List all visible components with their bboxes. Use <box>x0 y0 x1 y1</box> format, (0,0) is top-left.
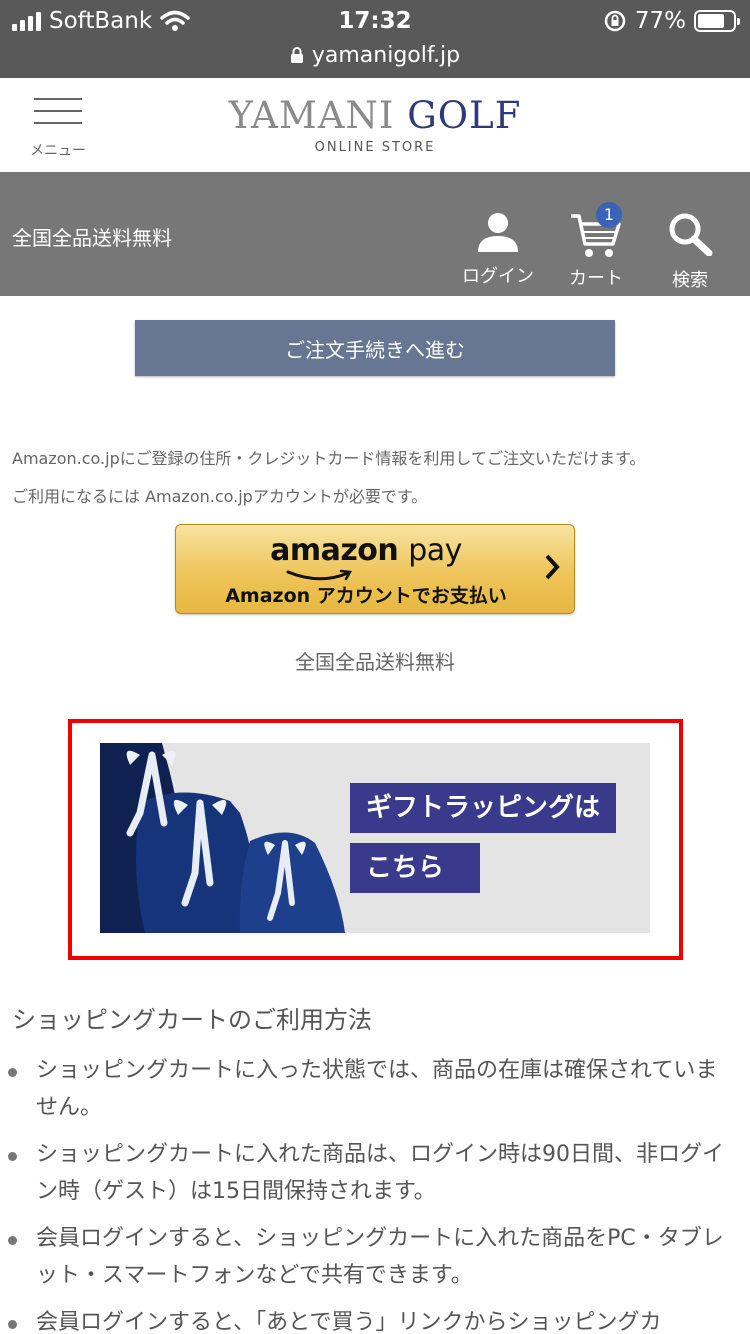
amazon-logo-pay: pay <box>408 533 462 568</box>
search-label: 検索 <box>672 270 708 291</box>
status-bar: SoftBank 17:32 77% yamanigolf.jp <box>0 0 750 78</box>
search-icon <box>669 213 713 257</box>
battery-percent: 77% <box>634 8 686 34</box>
gift-wrapping-banner[interactable]: ギフトラッピングは こちら <box>100 743 650 933</box>
list-item: 会員ログインすると、「あとで買う」リンクからショッピングカ <box>0 1304 750 1334</box>
amazon-info-line2: ご利用になるには Amazon.co.jpアカウントが必要です。 <box>12 487 428 506</box>
list-item: ショッピングカートに入った状態では、商品の在庫は確保されていません。 <box>0 1052 750 1126</box>
menu-button[interactable]: メニュー <box>22 96 94 160</box>
login-label: ログイン <box>462 266 534 287</box>
usage-section-title: ショッピングカートのご利用方法 <box>12 1006 372 1034</box>
status-right: 77% <box>603 6 740 36</box>
menu-label: メニュー <box>30 143 86 159</box>
logo-word-golf: GOLF <box>407 94 522 137</box>
search-button[interactable]: 検索 <box>650 212 730 292</box>
cart-count-badge: 1 <box>596 202 622 228</box>
list-item: 会員ログインすると、ショッピングカートに入れた商品をPC・タブレット・スマートフ… <box>0 1220 750 1294</box>
lock-icon <box>290 47 303 63</box>
chevron-right-icon <box>545 554 560 580</box>
gift-label-line2: こちら <box>350 843 480 893</box>
site-header: メニュー YAMANI GOLF ONLINE STORE <box>0 78 750 172</box>
cart-button[interactable]: 1 カート <box>556 202 636 290</box>
free-shipping-note: 全国全品送料無料 <box>295 650 455 674</box>
user-icon <box>478 213 518 252</box>
free-shipping-label: 全国全品送料無料 <box>12 226 172 250</box>
amazon-pay-info: Amazon.co.jpにご登録の住所・クレジットカード情報を利用してご注文いた… <box>12 440 742 516</box>
url-text: yamanigolf.jp <box>311 42 461 68</box>
orientation-lock-icon <box>604 10 626 32</box>
usage-list: ショッピングカートに入った状態では、商品の在庫は確保されていません。 ショッピン… <box>0 1052 750 1334</box>
address-bar[interactable]: yamanigolf.jp <box>0 38 750 72</box>
battery-icon <box>694 10 740 32</box>
login-button[interactable]: ログイン <box>458 212 538 288</box>
site-logo[interactable]: YAMANI GOLF ONLINE STORE <box>200 94 550 156</box>
site-toolbar: 全国全品送料無料 ログイン 1 カート 検索 <box>0 172 750 296</box>
hamburger-icon <box>34 98 82 134</box>
list-item: ショッピングカートに入れた商品は、ログイン時は90日間、非ログイン時（ゲスト）は… <box>0 1136 750 1210</box>
logo-word-yamani: YAMANI <box>228 94 395 137</box>
amazon-logo-word: amazon <box>270 533 399 568</box>
checkout-button[interactable]: ご注文手続きへ進む <box>135 320 615 376</box>
amazon-info-line1: Amazon.co.jpにご登録の住所・クレジットカード情報を利用してご注文いた… <box>12 449 646 468</box>
logo-subtitle: ONLINE STORE <box>314 140 436 155</box>
amazon-pay-logo: amazon pay <box>176 533 556 568</box>
cart-label: カート <box>569 268 623 289</box>
amazon-pay-button[interactable]: amazon pay Amazon アカウントでお支払い <box>175 524 575 614</box>
gift-label-line1: ギフトラッピングは <box>350 783 617 833</box>
gift-bags-image <box>100 743 345 933</box>
amazon-button-caption: Amazon アカウントでお支払い <box>225 585 507 607</box>
